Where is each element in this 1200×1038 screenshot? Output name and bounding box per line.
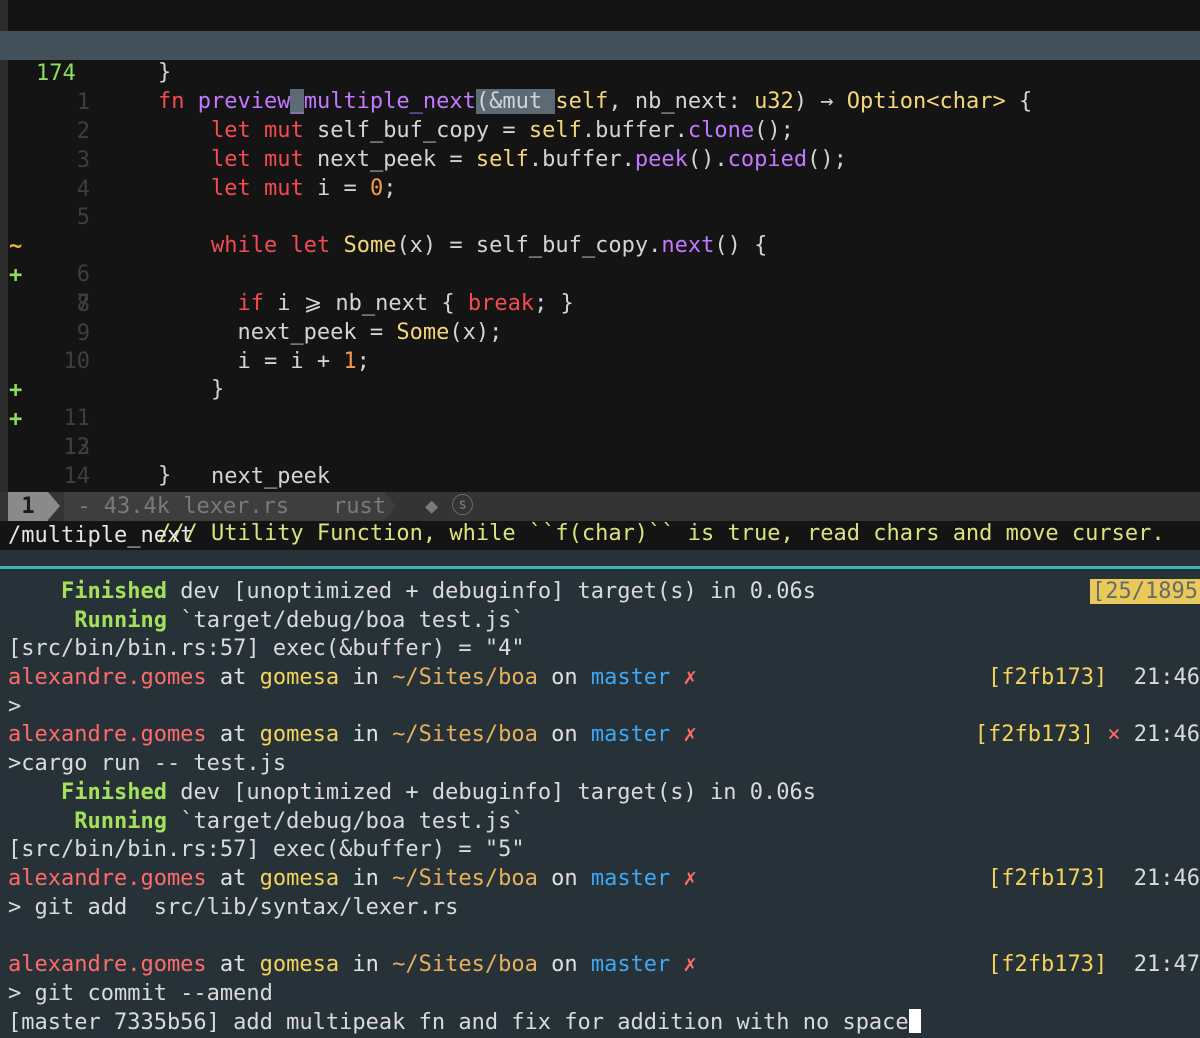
terminal-line: Finished dev [unoptimized + debuginfo] t…	[60, 780, 816, 805]
code-line[interactable]: 2 let mut next_peek = self.buffer.peek()…	[0, 89, 1200, 173]
shell-prompt: alexandre.gomes at gomesa in ~/Sites/boa…	[8, 722, 1200, 747]
terminal-line: Finished dev [unoptimized + debuginfo] t…	[8, 578, 1200, 607]
terminal-line: [src/bin/bin.rs:57] exec(&buffer) = "5"	[8, 837, 525, 862]
code-line[interactable]: 15 /// Utility Function, while ``f(char)…	[0, 463, 1200, 547]
terminal-line: > git add src/lib/syntax/lexer.rs	[8, 895, 459, 920]
code-line[interactable]: 10 }	[0, 319, 1200, 403]
progress-badge: [25/1895	[1090, 579, 1200, 604]
code-line[interactable]: 9 i = i + 1;	[0, 291, 1200, 375]
prompt-time: 21:46	[1133, 665, 1200, 690]
shell-prompt: alexandre.gomes at gomesa in ~/Sites/boa…	[8, 665, 1200, 690]
shell-prompt: alexandre.gomes at gomesa in ~/Sites/boa…	[8, 866, 1200, 891]
filetype: rust	[333, 494, 386, 519]
code-line[interactable]: 3 let mut i = 0;	[0, 118, 1200, 202]
prompt-time: 21:46	[1133, 722, 1200, 747]
code-line[interactable]: + 7	[0, 233, 1200, 317]
terminal-line: [src/bin/bin.rs:57] exec(&buffer) = "4"	[8, 636, 525, 661]
code-line[interactable]: + 11	[0, 348, 1200, 432]
code-line[interactable]: ~ 6 if i ⩾ nb_next { break; }	[0, 204, 1200, 316]
powerline-separator	[48, 492, 60, 520]
prompt-time: 21:46	[1133, 866, 1200, 891]
code-line[interactable]: 4	[0, 147, 1200, 202]
lint-status-icon: ◆ ⓢ	[425, 494, 474, 519]
terminal-line: Running `target/debug/boa test.js`	[74, 809, 525, 834]
code-line[interactable]: 1 let mut self_buf_copy = self.buffer.cl…	[0, 60, 1200, 144]
code-line[interactable]: 13 }	[0, 405, 1200, 489]
terminal-input-line[interactable]: [master 7335b56] add multipeak fn and fi…	[8, 1009, 1200, 1038]
code-line[interactable]: + 12 next_peek	[0, 377, 1200, 489]
terminal-pane[interactable]: Finished dev [unoptimized + debuginfo] t…	[0, 570, 1200, 1038]
buffer-number: 1	[8, 492, 48, 521]
terminal-cursor	[908, 1009, 921, 1033]
terminal-line: >cargo run -- test.js	[8, 751, 287, 776]
code-line[interactable]: 5 while let Some(x) = self_buf_copy.next…	[0, 175, 1200, 259]
code-line[interactable]: 1 }	[0, 2, 1200, 86]
code-line[interactable]: 8 next_peek = Some(x);	[0, 262, 1200, 346]
shell-prompt: alexandre.gomes at gomesa in ~/Sites/boa…	[8, 952, 1200, 977]
pane-divider[interactable]	[0, 566, 1200, 569]
code-line[interactable]: 14	[0, 434, 1200, 489]
terminal-line: >	[8, 694, 22, 719]
vim-editor[interactable]: 1 } 174 fn preview_multiple_next(&mut se…	[0, 0, 1200, 550]
terminal-line: Running `target/debug/boa test.js`	[74, 608, 525, 633]
error-status-icon: ×	[1107, 722, 1121, 747]
doc-comment: /// Utility Function, while ``f(char)`` …	[157, 521, 1165, 547]
code-line-current[interactable]: 174 fn preview_multiple_next(&mut self, …	[0, 31, 1200, 115]
terminal-line: > git commit --amend	[8, 981, 273, 1006]
prompt-time: 21:47	[1133, 952, 1200, 977]
vim-statusline: 1 - 43.4k lexer.rs rust ◆ ⓢ	[0, 492, 1200, 521]
vim-command-line[interactable]: /multiple_next	[8, 521, 193, 550]
